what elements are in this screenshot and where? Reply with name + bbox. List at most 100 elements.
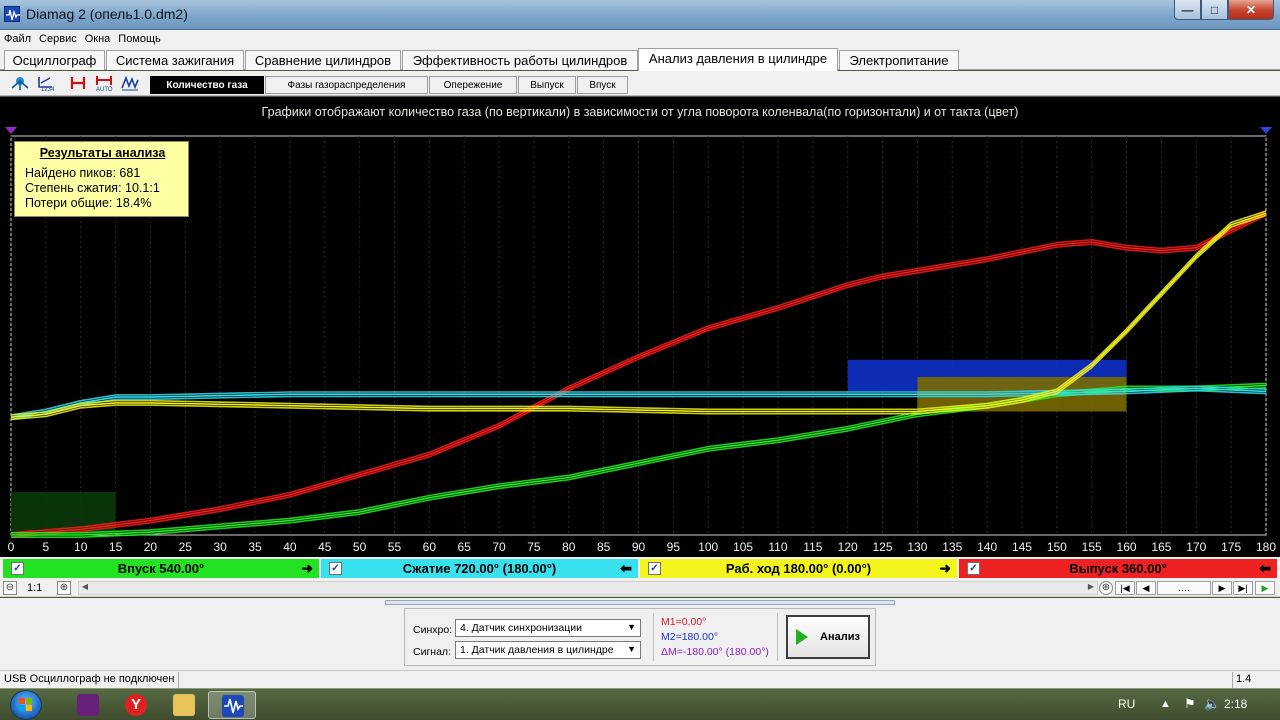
tab-pressure-analysis[interactable]: Анализ давления в цилиндре (638, 48, 838, 71)
prev-page-icon[interactable]: ◀ (1136, 581, 1156, 595)
play-icon (796, 629, 808, 645)
analysis-controls: Синхро: 4. Датчик синхронизации ▼ Сигнал… (404, 608, 876, 666)
clock[interactable]: 2:18 (1224, 697, 1247, 711)
x-tick-label: 40 (283, 540, 297, 554)
network-icon[interactable] (10, 74, 30, 92)
chart-panel[interactable]: Графики отображают количество газа (по в… (0, 97, 1280, 557)
volume-icon[interactable]: 🔈 (1204, 696, 1220, 712)
gas-quantity-chart[interactable]: 0 5 10 15 20 25 30 35 40 45 50 55 60 65 70 75 80 85 90 95 10… (0, 97, 1280, 557)
scale-1234-icon[interactable]: 1234 (36, 74, 56, 93)
marker-delta: ΔM=-180.00° (180.00°) (661, 646, 769, 658)
tab-ignition[interactable]: Система зажигания (106, 50, 244, 70)
control-area: Синхро: 4. Датчик синхронизации ▼ Сигнал… (0, 598, 1280, 670)
chevron-down-icon: ▼ (627, 644, 636, 654)
menu-service[interactable]: Сервис (35, 30, 81, 48)
menu-windows[interactable]: Окна (81, 30, 115, 48)
minimize-button[interactable]: — (1174, 0, 1201, 20)
svg-text:1234: 1234 (41, 87, 55, 92)
close-button[interactable]: ✕ (1228, 0, 1274, 20)
subtab-valve-timing[interactable]: Фазы газораспределения (265, 76, 428, 94)
tab-power-supply[interactable]: Электропитание (839, 50, 959, 70)
stroke-compression-label: Сжатие 720.00° (180.00°) (402, 561, 557, 576)
x-tick-label: 145 (1012, 540, 1032, 554)
subtab-intake[interactable]: Впуск (577, 76, 628, 94)
subtab-gas-quantity[interactable]: Количество газа (150, 76, 264, 94)
maximize-button[interactable]: □ (1201, 0, 1228, 20)
action-center-flag-icon[interactable]: ⚑ (1184, 696, 1196, 712)
sync-label: Синхро: (413, 624, 453, 636)
signal-select[interactable]: 1. Датчик давления в цилиндре ▼ (455, 641, 641, 659)
x-tick-label: 65 (458, 540, 472, 554)
x-tick-label: 130 (907, 540, 927, 554)
signal-label: Сигнал: (413, 646, 451, 658)
arrow-right-icon[interactable]: ➜ (301, 560, 313, 577)
x-tick-label: 120 (838, 540, 858, 554)
stroke-power[interactable]: ✓ Раб. ход 180.00° (0.00°) ➜ (640, 559, 957, 578)
app-waveform-icon (4, 6, 20, 22)
scroll-right-icon[interactable]: ▶ (1085, 582, 1097, 594)
x-tick-label: 115 (803, 540, 822, 554)
next-page-icon[interactable]: ▶ (1212, 581, 1232, 595)
taskbar: Y RU ▲ ⚑ 🔈 2:18 (0, 688, 1280, 720)
horizontal-scrollbar[interactable]: ◀ ▶ (78, 581, 1098, 595)
sync-select[interactable]: 4. Датчик синхронизации ▼ (455, 619, 641, 637)
x-tick-label: 165 (1151, 540, 1171, 554)
signal-select-value: 1. Датчик давления в цилиндре (460, 644, 614, 656)
arrow-left-icon[interactable]: ⬅ (1259, 560, 1271, 577)
auto-scale-icon[interactable]: AUTO (94, 74, 114, 93)
visual-studio-icon (77, 694, 99, 716)
tab-cylinder-compare[interactable]: Сравнение цилиндров (245, 50, 401, 70)
taskbar-diamag[interactable] (208, 691, 256, 719)
waveform-icon[interactable] (120, 74, 140, 92)
language-indicator[interactable]: RU (1118, 697, 1135, 711)
arrow-left-icon[interactable]: ⬅ (620, 560, 632, 577)
stroke-compression[interactable]: ✓ Сжатие 720.00° (180.00°) ⬅ (321, 559, 638, 578)
stroke-intake-label: Впуск 540.00° (117, 561, 205, 576)
status-version: 1.4 (1236, 673, 1252, 685)
marker-m1: M1=0.00° (661, 616, 707, 628)
last-page-icon[interactable]: ▶| (1233, 581, 1253, 595)
first-page-icon[interactable]: |◀ (1115, 581, 1135, 595)
marker-icon[interactable] (68, 74, 88, 92)
zoom-out-button[interactable]: ⊖ (3, 581, 17, 595)
x-tick-label: 95 (667, 540, 681, 554)
arrow-right-icon[interactable]: ➜ (939, 560, 951, 577)
play-icon[interactable]: ▶ (1255, 581, 1275, 595)
taskbar-yandex[interactable]: Y (112, 691, 160, 719)
x-tick-label: 105 (733, 540, 753, 554)
x-tick-label: 100 (698, 540, 718, 554)
page-indicator: .... (1157, 581, 1211, 595)
stroke-bar: ✓ Впуск 540.00° ➜ ✓ Сжатие 720.00° (180.… (0, 557, 1280, 579)
panel-splitter[interactable] (385, 600, 895, 605)
x-tick-label: 50 (353, 540, 367, 554)
x-tick-label: 170 (1186, 540, 1206, 554)
scroll-left-icon[interactable]: ◀ (79, 582, 91, 594)
stroke-intake[interactable]: ✓ Впуск 540.00° ➜ (3, 559, 319, 578)
x-tick-label: 15 (109, 540, 123, 554)
x-tick-label: 80 (562, 540, 576, 554)
main-tabs: Осциллограф Система зажигания Сравнение … (0, 48, 1280, 71)
marker-m1-icon (5, 127, 17, 134)
x-tick-label: 155 (1082, 540, 1102, 554)
x-tick-label: 10 (74, 540, 88, 554)
start-button[interactable] (10, 690, 42, 720)
menu-help[interactable]: Помощь (114, 30, 165, 48)
stroke-exhaust[interactable]: ✓ Выпуск 360.00° ⬅ (959, 559, 1277, 578)
tab-cylinder-efficiency[interactable]: Эффективность работы цилиндров (402, 50, 638, 70)
x-tick-label: 20 (144, 540, 158, 554)
zoom-fit-button[interactable]: ⊕ (1099, 581, 1113, 595)
subtab-advance[interactable]: Опережение (429, 76, 517, 94)
menu-file[interactable]: Файл (0, 30, 35, 48)
x-tick-label: 160 (1117, 540, 1137, 554)
x-tick-label: 25 (179, 540, 193, 554)
tab-oscilloscope[interactable]: Осциллограф (4, 50, 105, 70)
subtab-exhaust[interactable]: Выпуск (518, 76, 576, 94)
analyze-button[interactable]: Анализ (786, 615, 870, 659)
folder-icon (173, 694, 195, 716)
tray-expand-icon[interactable]: ▲ (1160, 698, 1171, 710)
x-tick-label: 140 (977, 540, 997, 554)
x-tick-label: 175 (1221, 540, 1241, 554)
taskbar-visualstudio[interactable] (64, 691, 112, 719)
zoom-in-button[interactable]: ⊕ (57, 581, 71, 595)
taskbar-explorer[interactable] (160, 691, 208, 719)
